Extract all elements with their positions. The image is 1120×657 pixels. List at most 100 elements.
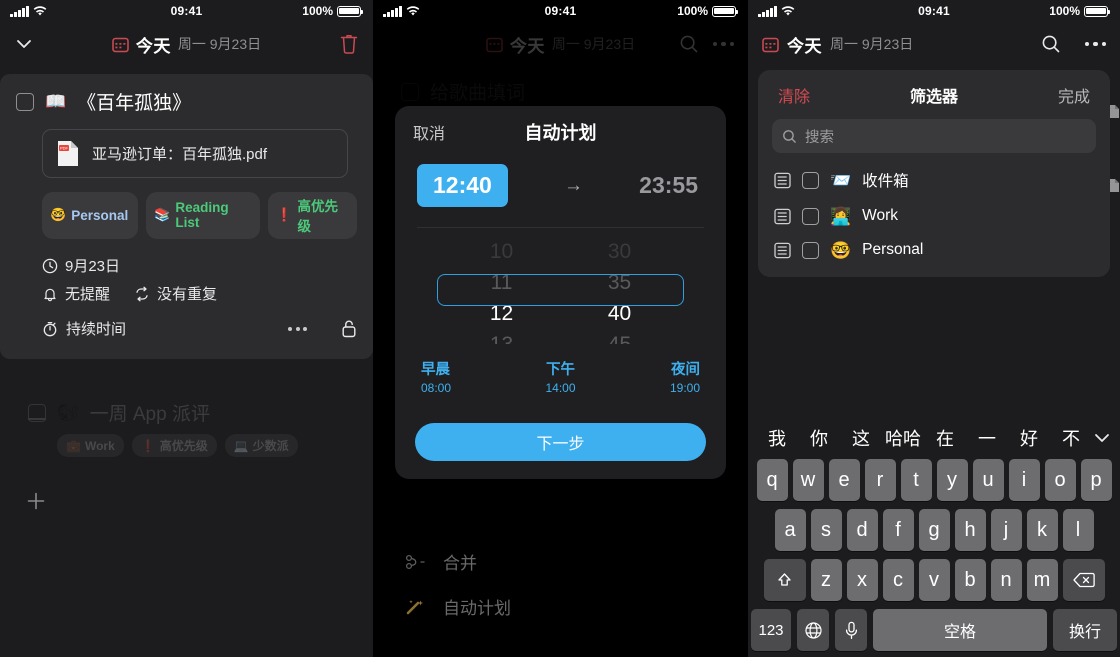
key-p[interactable]: p — [1080, 459, 1112, 501]
key-u[interactable]: u — [972, 459, 1004, 501]
list-item[interactable]: 📨 收件箱 — [774, 161, 1094, 199]
microphone-icon[interactable] — [835, 609, 867, 651]
start-time-chip[interactable]: 12:40 — [417, 164, 508, 207]
time-picker-wheel[interactable]: 10 11 12 13 14 30 35 40 45 50 — [395, 236, 726, 344]
search-input[interactable]: 搜索 — [772, 119, 1096, 153]
key-d[interactable]: d — [846, 509, 878, 551]
filter-checkbox[interactable] — [802, 207, 819, 225]
status-bar: 09:41 100% — [748, 0, 1120, 22]
arrow-icon: → — [564, 174, 583, 196]
preset-evening[interactable]: 夜间 19:00 — [607, 358, 700, 395]
lock-icon[interactable] — [341, 319, 357, 338]
nav-subtitle-date: 周一 9月23日 — [177, 36, 262, 52]
key-w[interactable]: w — [792, 459, 824, 501]
key-a[interactable]: a — [774, 509, 806, 551]
key-b[interactable]: b — [954, 559, 986, 601]
dimmed-task-title: 一周 App 派评 — [89, 404, 210, 425]
hour-column[interactable]: 10 11 12 13 14 — [467, 236, 537, 344]
key-r[interactable]: r — [864, 459, 896, 501]
hour-option[interactable]: 13 — [467, 329, 537, 344]
key-s[interactable]: s — [810, 509, 842, 551]
task-title[interactable]: 《百年孤独》 — [77, 88, 191, 115]
reminder-repeat-row[interactable]: 无提醒 没有重复 — [42, 283, 357, 304]
preset-morning[interactable]: 早晨 08:00 — [421, 358, 514, 395]
minus-icon[interactable] — [28, 418, 46, 420]
more-dots-icon[interactable] — [1084, 41, 1106, 47]
status-bar: 09:41 100% — [373, 0, 748, 22]
key-i[interactable]: i — [1008, 459, 1040, 501]
key-o[interactable]: o — [1044, 459, 1076, 501]
key-g[interactable]: g — [918, 509, 950, 551]
return-key[interactable]: 换行 — [1053, 609, 1117, 651]
minute-option[interactable]: 30 — [585, 236, 655, 267]
filter-checkbox[interactable] — [802, 171, 819, 189]
reminder-value: 无提醒 — [65, 286, 111, 303]
minute-option-selected[interactable]: 40 — [585, 298, 655, 329]
prediction-word[interactable]: 不 — [1050, 425, 1092, 451]
merge-icon — [405, 554, 425, 569]
prediction-word[interactable]: 在 — [924, 425, 966, 451]
attachment-name: 亚马逊订单：百年孤独.pdf — [92, 146, 268, 163]
key-k[interactable]: k — [1026, 509, 1058, 551]
backspace-icon[interactable] — [1062, 559, 1105, 601]
key-l[interactable]: l — [1062, 509, 1094, 551]
duration-row[interactable]: 持续时间 — [42, 318, 357, 339]
svg-text:PDF: PDF — [60, 146, 69, 151]
hour-option[interactable]: 10 — [467, 236, 537, 267]
prediction-word[interactable]: 一 — [966, 425, 1008, 451]
task-checkbox[interactable] — [16, 92, 34, 111]
prediction-word[interactable]: 我 — [756, 425, 798, 451]
key-x[interactable]: x — [846, 559, 878, 601]
hour-option-selected[interactable]: 12 — [467, 298, 537, 329]
tag-personal[interactable]: 🤓 Personal — [42, 192, 139, 239]
key-q[interactable]: q — [756, 459, 788, 501]
nav-title-today: 今天 — [135, 36, 171, 56]
minute-option[interactable]: 45 — [585, 329, 655, 344]
key-n[interactable]: n — [990, 559, 1022, 601]
key-z[interactable]: z — [810, 559, 842, 601]
search-icon[interactable] — [1041, 34, 1061, 54]
key-y[interactable]: y — [936, 459, 968, 501]
auto-schedule-modal: 取消 自动计划 12:40 → 23:55 10 11 12 13 14 — [395, 106, 726, 479]
end-time-chip[interactable]: 23:55 — [639, 172, 698, 199]
globe-icon[interactable] — [797, 609, 829, 651]
prediction-word[interactable]: 你 — [798, 425, 840, 451]
minute-column[interactable]: 30 35 40 45 50 — [585, 236, 655, 344]
due-date-row[interactable]: 9月23日 — [42, 255, 357, 276]
repeat-value: 没有重复 — [157, 286, 218, 303]
key-c[interactable]: c — [882, 559, 914, 601]
tag-reading-list[interactable]: 📚 Reading List — [146, 192, 261, 239]
key-v[interactable]: v — [918, 559, 950, 601]
hour-option[interactable]: 11 — [467, 267, 537, 298]
key-m[interactable]: m — [1026, 559, 1058, 601]
status-bar-right: 100% — [677, 4, 738, 18]
divider — [417, 227, 704, 228]
preset-afternoon[interactable]: 下午 14:00 — [514, 358, 607, 395]
dimmed-task-item[interactable]: 🐿 一周 App 派评 💼 Work ❗ 高优先级 💻 少数派 — [0, 399, 373, 457]
prediction-word[interactable]: 哈哈 — [882, 425, 924, 451]
preset-name: 下午 — [546, 362, 575, 378]
prediction-word[interactable]: 好 — [1008, 425, 1050, 451]
key-h[interactable]: h — [954, 509, 986, 551]
numbers-key[interactable]: 123 — [751, 609, 791, 651]
task-meta: 9月23日 无提醒 没有重复 — [42, 255, 357, 304]
filter-checkbox[interactable] — [802, 241, 819, 259]
shift-icon[interactable] — [763, 559, 806, 601]
attachment-chip[interactable]: PDF 亚马逊订单：百年孤独.pdf — [42, 129, 348, 178]
prediction-word[interactable]: 这 — [840, 425, 882, 451]
menu-item-label: 合并 — [443, 554, 477, 573]
minute-option[interactable]: 35 — [585, 267, 655, 298]
key-e[interactable]: e — [828, 459, 860, 501]
menu-item-label: 自动计划 — [443, 599, 511, 618]
key-t[interactable]: t — [900, 459, 932, 501]
space-key[interactable]: 空格 — [873, 609, 1047, 651]
key-f[interactable]: f — [882, 509, 914, 551]
list-item[interactable]: 🤓 Personal — [774, 233, 1094, 267]
key-j[interactable]: j — [990, 509, 1022, 551]
more-dots-icon[interactable] — [288, 326, 307, 331]
list-item[interactable]: 👩‍💻 Work — [774, 199, 1094, 233]
chevron-down-icon[interactable] — [1092, 428, 1112, 448]
plus-icon[interactable] — [25, 490, 47, 512]
next-step-button[interactable]: 下一步 — [415, 423, 706, 461]
tag-high-priority[interactable]: ❗ 高优先级 — [268, 192, 357, 239]
